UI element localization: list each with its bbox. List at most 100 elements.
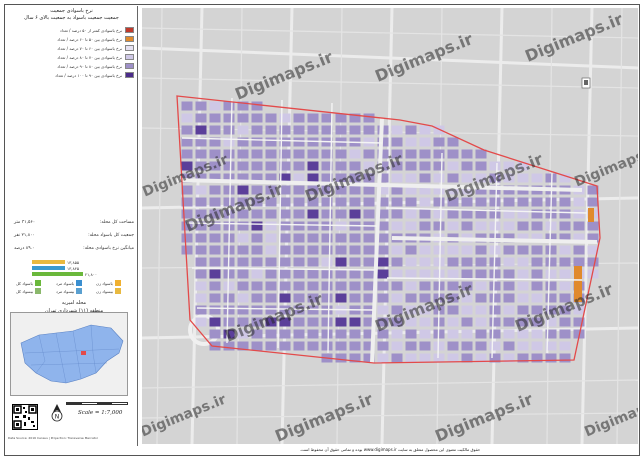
- city-block: [349, 245, 361, 255]
- scale-bar: [66, 402, 128, 405]
- city-block: [363, 197, 375, 207]
- city-block: [433, 149, 445, 159]
- city-block: [265, 233, 277, 243]
- stat-rate-value: ۸۹.۰ درصد: [14, 246, 35, 251]
- city-block: [433, 245, 445, 255]
- city-block: [517, 341, 529, 351]
- city-block: [545, 281, 557, 291]
- city-block: [195, 317, 207, 327]
- city-block: [559, 269, 571, 279]
- city-block: [419, 281, 431, 291]
- city-block: [559, 317, 571, 327]
- city-block: [475, 317, 487, 327]
- city-block: [489, 281, 501, 291]
- city-block: [531, 173, 543, 183]
- city-block: [195, 125, 207, 135]
- city-block: [419, 329, 431, 339]
- stat-population: جمعیت کل باسواد محله: ۲۱,۸۰۰ نفر: [14, 233, 134, 238]
- city-block: [419, 317, 431, 327]
- city-block: [349, 149, 361, 159]
- city-block: [433, 257, 445, 267]
- legend-swatch: [125, 54, 134, 60]
- city-block-highlight: [588, 208, 594, 222]
- city-block: [461, 305, 473, 315]
- city-block: [545, 353, 557, 363]
- city-block: [405, 269, 417, 279]
- city-block: [223, 113, 235, 123]
- city-block: [251, 125, 263, 135]
- legend-title-line2: جمعیت جمعیت باسواد به جمعیت بالای ۶ سال: [24, 15, 119, 21]
- city-block: [335, 269, 347, 279]
- city-block: [209, 293, 221, 303]
- city-block: [209, 305, 221, 315]
- city-block: [349, 293, 361, 303]
- city-block: [293, 233, 305, 243]
- city-block: [181, 113, 193, 123]
- stat-bar: [32, 266, 65, 270]
- city-block: [279, 197, 291, 207]
- city-block: [223, 305, 235, 315]
- city-block: [335, 245, 347, 255]
- city-block: [279, 341, 291, 351]
- city-block: [209, 245, 221, 255]
- city-block: [251, 113, 263, 123]
- city-block: [209, 257, 221, 267]
- district-line1: محله امیریه: [61, 300, 87, 306]
- city-block: [335, 197, 347, 207]
- city-block: [307, 245, 319, 255]
- category-item: باسواد کل: [16, 280, 41, 286]
- city-block: [517, 245, 529, 255]
- city-block: [559, 281, 571, 291]
- city-block: [461, 209, 473, 219]
- city-block: [419, 269, 431, 279]
- stat-bar: [32, 260, 65, 264]
- city-block: [447, 269, 459, 279]
- city-block: [573, 245, 585, 255]
- stat-area-value: ۳۱,۵۶۰ متر: [14, 220, 36, 225]
- legend-item: نرخ باسوادی بین ۹۰ تا ۱۰۰ درصد / تعداد: [12, 71, 134, 79]
- city-block: [335, 353, 347, 363]
- city-block: [335, 293, 347, 303]
- city-block: [293, 281, 305, 291]
- city-block: [335, 125, 347, 135]
- scale-text: Scale = 1:7,000: [78, 410, 123, 416]
- category-swatch: [35, 288, 42, 294]
- city-block: [461, 329, 473, 339]
- city-block: [447, 317, 459, 327]
- city-block: [251, 137, 263, 147]
- city-block: [363, 149, 375, 159]
- city-block: [391, 257, 403, 267]
- city-block: [181, 245, 193, 255]
- stat-area: مساحت کل محله: ۳۱,۵۶۰ متر: [14, 220, 134, 225]
- city-block: [181, 149, 193, 159]
- city-block: [461, 341, 473, 351]
- city-block: [195, 305, 207, 315]
- city-block: [545, 245, 557, 255]
- map-view[interactable]: Digimaps.ir Digimaps.ir Digimaps.ir Digimap…: [142, 8, 638, 444]
- city-block: [195, 245, 207, 255]
- city-block: [545, 269, 557, 279]
- city-block: [475, 269, 487, 279]
- city-block: [461, 245, 473, 255]
- city-block: [335, 317, 347, 327]
- city-block: [503, 257, 515, 267]
- stat-bar-label: ۱۳,۸۵۵: [67, 260, 80, 265]
- city-block: [307, 341, 319, 351]
- city-block: [363, 185, 375, 195]
- city-block: [405, 149, 417, 159]
- city-block: [447, 245, 459, 255]
- legend-item: نرخ باسوادی بین ۷۰ تا ۸۰ درصد / تعداد: [12, 53, 134, 61]
- city-block: [195, 233, 207, 243]
- city-block: [475, 197, 487, 207]
- city-block: [503, 341, 515, 351]
- city-block: [391, 197, 403, 207]
- city-block: [475, 245, 487, 255]
- city-block: [461, 221, 473, 231]
- city-block: [405, 221, 417, 231]
- city-block: [419, 161, 431, 171]
- city-block: [447, 137, 459, 147]
- city-block: [335, 113, 347, 123]
- city-block: [293, 113, 305, 123]
- city-block: [279, 281, 291, 291]
- city-block: [405, 245, 417, 255]
